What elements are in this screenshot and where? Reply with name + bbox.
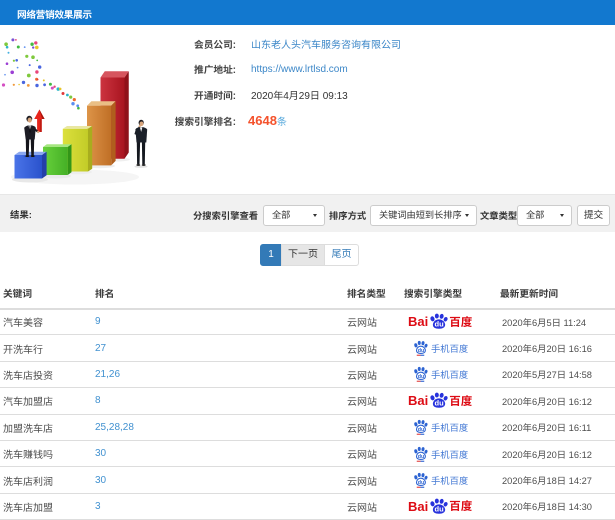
svg-text:du: du [418,348,424,354]
svg-text:du: du [418,375,424,381]
svg-text:du: du [435,320,444,329]
svg-text:du: du [418,427,424,433]
svg-text:du: du [435,505,444,514]
svg-text:du: du [418,454,424,460]
svg-text:du: du [418,480,424,486]
svg-text:du: du [435,399,444,408]
